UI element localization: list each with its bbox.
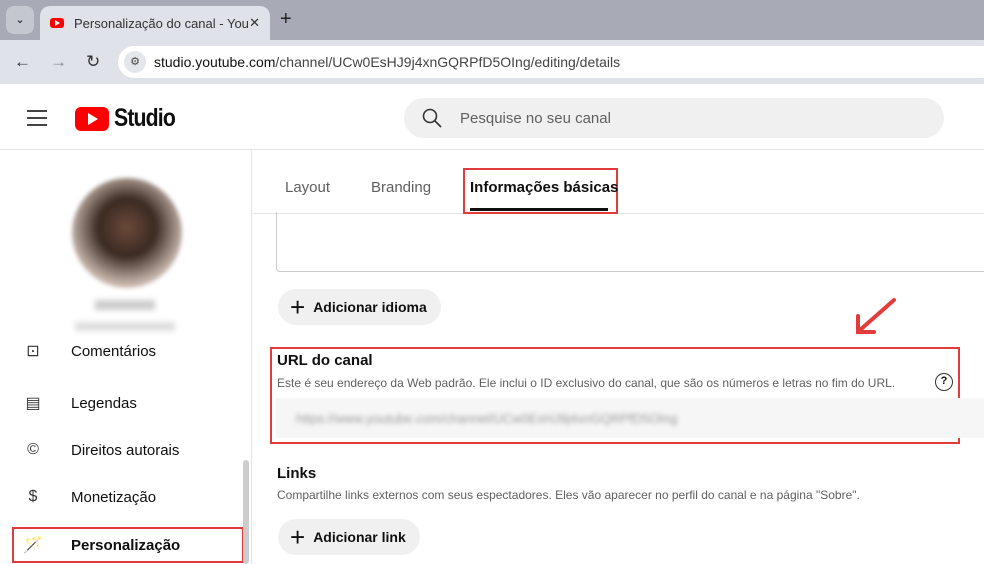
- channel-url-value: https://www.youtube.com/channel/UCw0EsHJ…: [296, 410, 678, 426]
- url-host: studio.youtube.com: [154, 54, 276, 70]
- url-section-description: Este é seu endereço da Web padrão. Ele i…: [277, 376, 896, 390]
- content-tabs: Layout Branding Informações básicas: [253, 150, 984, 214]
- sidebar-item-monetization[interactable]: $ Monetização: [12, 477, 244, 517]
- youtube-studio-logo[interactable]: Studio: [75, 104, 186, 133]
- comment-icon: ⊡: [26, 343, 40, 360]
- button-label: Adicionar idioma: [313, 299, 427, 315]
- plus-icon: +: [290, 292, 306, 322]
- red-arrow-annotation: [856, 298, 896, 334]
- back-icon[interactable]: ←: [14, 52, 31, 72]
- url-input[interactable]: ⚙ studio.youtube.com/channel/UCw0EsHJ9j4…: [118, 46, 984, 78]
- search-input[interactable]: Pesquise no seu canal: [404, 98, 944, 138]
- url-section-title: URL do canal: [277, 352, 373, 369]
- copyright-icon: ©: [27, 441, 39, 458]
- forward-icon[interactable]: →: [50, 52, 67, 72]
- tab-branding[interactable]: Branding: [371, 179, 431, 196]
- browser-tab-bar: ⌄ Personalização do canal - YouTube ✕ +: [0, 0, 984, 40]
- sidebar-item-copyright[interactable]: © Direitos autorais: [12, 430, 244, 470]
- subtitles-icon: ▤: [25, 395, 41, 412]
- sidebar-item-label: Personalização: [71, 536, 181, 554]
- channel-avatar[interactable]: [72, 178, 182, 288]
- sidebar-item-subtitles[interactable]: ▤ Legendas: [12, 383, 244, 423]
- close-tab-icon[interactable]: ✕: [249, 15, 260, 31]
- channel-url-field[interactable]: https://www.youtube.com/channel/UCw0EsHJ…: [276, 398, 984, 438]
- search-icon: [422, 108, 442, 128]
- logo-text: Studio: [114, 104, 176, 132]
- tab-title: Personalização do canal - YouTube: [74, 15, 249, 31]
- sidebar-scrollbar[interactable]: [243, 460, 249, 564]
- tab-basic-info[interactable]: Informações básicas: [470, 179, 618, 196]
- add-language-button[interactable]: + Adicionar idioma: [278, 289, 441, 325]
- description-textarea[interactable]: [276, 212, 984, 272]
- sidebar-item-label: Legendas: [71, 394, 137, 412]
- studio-header: Studio Pesquise no seu canal: [0, 84, 984, 150]
- help-icon[interactable]: ?: [935, 373, 953, 391]
- sidebar-item-label: Direitos autorais: [71, 441, 180, 459]
- magic-wand-icon: 🪄: [23, 537, 43, 554]
- channel-handle-blurred: [75, 322, 175, 331]
- youtube-favicon-icon: [50, 18, 64, 28]
- add-link-button[interactable]: + Adicionar link: [278, 519, 420, 555]
- browser-tab[interactable]: Personalização do canal - YouTube ✕: [40, 6, 270, 40]
- url-path: /channel/UCw0EsHJ9j4xnGQRPfD5OIng/editin…: [275, 54, 621, 70]
- tab-layout[interactable]: Layout: [285, 179, 330, 196]
- address-bar-area: ← → ↻ ⚙ studio.youtube.com/channel/UCw0E…: [0, 40, 984, 84]
- menu-icon[interactable]: [27, 110, 47, 131]
- new-tab-icon[interactable]: +: [280, 8, 292, 31]
- plus-icon: +: [290, 522, 306, 552]
- button-label: Adicionar link: [313, 529, 406, 545]
- tab-search-chevron-icon[interactable]: ⌄: [6, 6, 34, 34]
- links-section-description: Compartilhe links externos com seus espe…: [277, 488, 860, 502]
- sidebar-item-comments[interactable]: ⊡ Comentários: [12, 336, 244, 366]
- sidebar-item-label: Monetização: [71, 488, 157, 506]
- search-placeholder: Pesquise no seu canal: [460, 109, 611, 127]
- dollar-icon: $: [28, 488, 38, 505]
- channel-name-blurred: [95, 300, 155, 310]
- sidebar: ⊡ Comentários ▤ Legendas © Direitos autorai…: [0, 150, 252, 564]
- youtube-logo-icon: [75, 106, 109, 131]
- sidebar-item-label: Comentários: [71, 342, 157, 360]
- links-section-title: Links: [277, 465, 317, 482]
- reload-icon[interactable]: ↻: [86, 52, 100, 72]
- sidebar-item-customization[interactable]: 🪄 Personalização: [12, 527, 244, 563]
- active-tab-underline: [470, 208, 608, 211]
- site-settings-icon[interactable]: ⚙: [124, 51, 146, 73]
